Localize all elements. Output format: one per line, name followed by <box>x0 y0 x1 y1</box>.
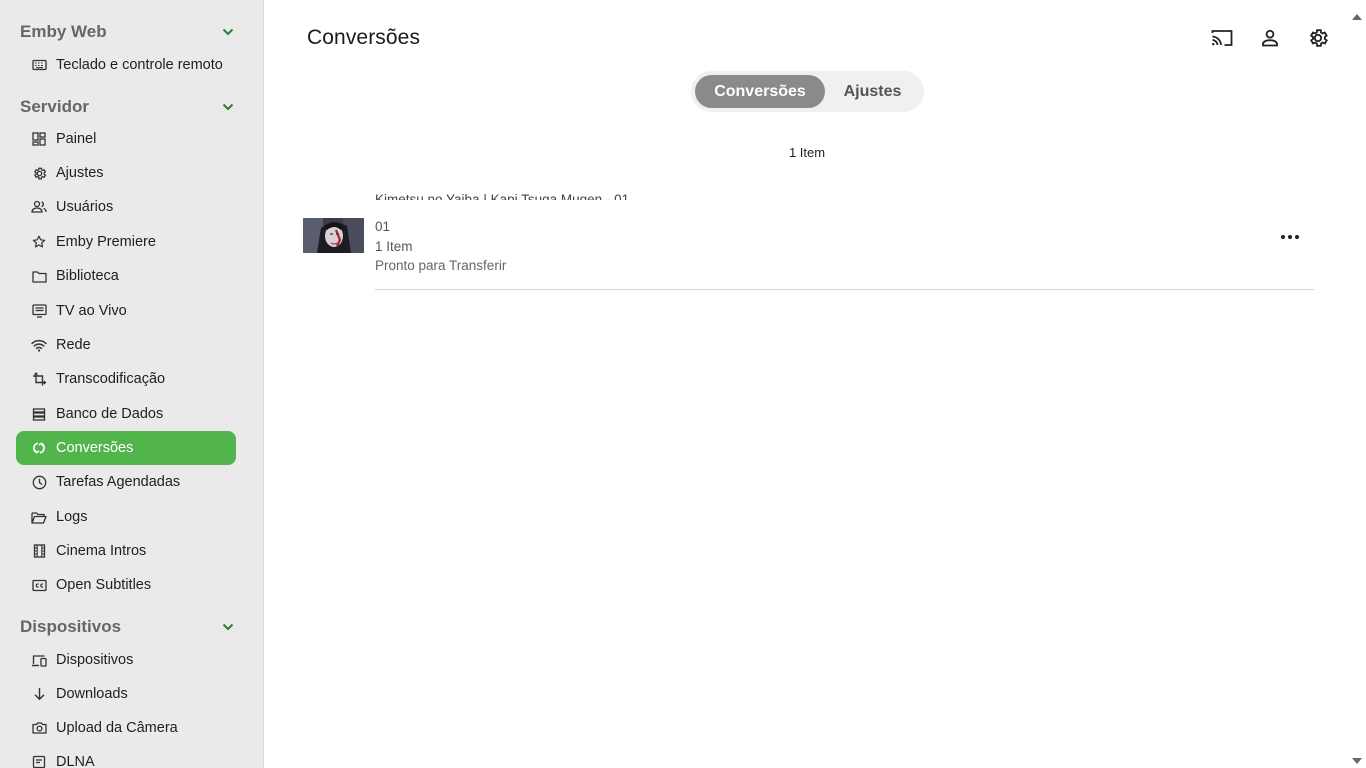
user-icon <box>1261 29 1279 52</box>
sidebar-item-label: Emby Premiere <box>56 234 156 250</box>
sidebar-item-logs[interactable]: Logs <box>16 500 236 534</box>
job-item-count: 1 Item <box>375 239 413 254</box>
keyboard-icon <box>31 57 47 73</box>
section-title: Servidor <box>20 97 89 116</box>
sidebar-item-label: Tarefas Agendadas <box>56 474 181 490</box>
sidebar-item-transcodificacao[interactable]: Transcodificação <box>16 362 236 396</box>
gear-icon <box>31 165 47 181</box>
sidebar-item-biblioteca[interactable]: Biblioteca <box>16 259 236 293</box>
camera-icon <box>31 720 47 736</box>
sidebar-item-label: Banco de Dados <box>56 406 164 422</box>
item-count: 1 Item <box>788 145 826 160</box>
sidebar-item-usuarios[interactable]: Usuários <box>16 190 236 224</box>
wifi-icon <box>31 337 47 353</box>
dlna-icon <box>31 754 47 768</box>
tab-bar: Conversões Ajustes <box>691 71 924 112</box>
sidebar-item-open-subtitles[interactable]: Open Subtitles <box>16 568 236 602</box>
sidebar-item-label: Upload da Câmera <box>56 720 178 736</box>
sidebar-item-label: Painel <box>56 131 97 147</box>
section-title: Dispositivos <box>20 617 122 636</box>
settings-icon <box>1307 27 1329 54</box>
tab-ajustes[interactable]: Ajustes <box>825 75 920 108</box>
scroll-up-arrow[interactable] <box>1352 8 1362 20</box>
sidebar-item-dispositivos[interactable]: Dispositivos <box>16 643 236 677</box>
sidebar-item-tv-ao-vivo[interactable]: TV ao Vivo <box>16 294 236 328</box>
cast-button[interactable] <box>1208 26 1236 54</box>
section-title: Emby Web <box>20 22 107 41</box>
sidebar-item-label: Cinema Intros <box>56 543 147 559</box>
star-icon <box>31 234 47 250</box>
list-item[interactable]: Kimetsu no Yaiba | Kapi Tsuga Mugen - 01… <box>303 192 1314 290</box>
film-icon <box>31 543 47 559</box>
page-title: Conversões <box>307 26 421 49</box>
sidebar-item-tarefas-agendadas[interactable]: Tarefas Agendadas <box>16 465 236 499</box>
sidebar-item-label: Biblioteca <box>56 268 119 284</box>
sidebar-item-label: Logs <box>56 509 88 525</box>
dashboard-icon <box>31 131 47 147</box>
job-episode: 01 <box>375 219 391 234</box>
section-header-emby-web[interactable]: Emby Web <box>20 20 236 44</box>
folder-icon <box>31 268 47 284</box>
transcode-icon <box>31 371 47 387</box>
sidebar-item-label: Ajustes <box>56 165 104 181</box>
sidebar-item-teclado[interactable]: Teclado e controle remoto <box>16 48 236 82</box>
folder-open-icon <box>31 509 47 525</box>
sidebar-item-painel[interactable]: Painel <box>16 122 236 156</box>
users-icon <box>31 199 47 215</box>
sidebar-item-cinema-intros[interactable]: Cinema Intros <box>16 534 236 568</box>
devices-icon <box>31 652 47 668</box>
more-options-button[interactable] <box>1275 224 1305 248</box>
sidebar-item-emby-premiere[interactable]: Emby Premiere <box>16 225 236 259</box>
sidebar-item-label: Dispositivos <box>56 652 134 668</box>
sidebar-item-label: Downloads <box>56 686 128 702</box>
scroll-down-arrow[interactable] <box>1352 752 1362 764</box>
tab-conversoes[interactable]: Conversões <box>695 75 825 108</box>
chevron-down-icon[interactable] <box>216 20 240 44</box>
sidebar-item-label: TV ao Vivo <box>56 303 127 319</box>
sidebar-item-label: Open Subtitles <box>56 577 152 593</box>
sidebar-item-label: Rede <box>56 337 91 353</box>
subtitles-icon <box>31 577 47 593</box>
clock-icon <box>31 474 47 490</box>
main-content: Conversões Conversões Ajustes 1 Item Kim… <box>264 0 1366 768</box>
more-horizontal-icon <box>1280 227 1300 245</box>
job-status: Pronto para Transferir <box>375 258 507 273</box>
section-header-servidor[interactable]: Servidor <box>20 95 236 119</box>
sidebar-item-downloads[interactable]: Downloads <box>16 677 236 711</box>
database-icon <box>31 406 47 422</box>
sidebar-item-rede[interactable]: Rede <box>16 328 236 362</box>
sidebar-item-label: DLNA <box>56 754 95 768</box>
sidebar-item-upload-camera[interactable]: Upload da Câmera <box>16 711 236 745</box>
sidebar-item-ajustes[interactable]: Ajustes <box>16 156 236 190</box>
chevron-down-icon[interactable] <box>216 95 240 119</box>
job-details[interactable]: Kimetsu no Yaiba | Kapi Tsuga Mugen - 01… <box>375 192 1314 290</box>
job-thumbnail[interactable] <box>303 218 364 253</box>
sidebar: Emby Web Teclado e controle remoto Servi… <box>0 0 264 768</box>
user-button[interactable] <box>1256 26 1284 54</box>
sidebar-item-dlna[interactable]: DLNA <box>16 745 236 768</box>
download-icon <box>31 686 47 702</box>
sync-icon <box>31 440 47 456</box>
sidebar-item-banco-de-dados[interactable]: Banco de Dados <box>16 397 236 431</box>
sidebar-item-conversoes[interactable]: Conversões <box>16 431 236 465</box>
job-title: Kimetsu no Yaiba | Kapi Tsuga Mugen - 01 <box>375 192 630 200</box>
sidebar-item-label: Transcodificação <box>56 371 166 387</box>
sidebar-item-label: Teclado e controle remoto <box>56 57 223 73</box>
cast-icon <box>1211 29 1233 52</box>
section-header-dispositivos[interactable]: Dispositivos <box>20 615 236 639</box>
tv-icon <box>31 303 47 319</box>
sidebar-item-label: Usuários <box>56 199 114 215</box>
sidebar-item-label: Conversões <box>56 440 134 456</box>
settings-button[interactable] <box>1304 26 1332 54</box>
chevron-down-icon[interactable] <box>216 615 240 639</box>
